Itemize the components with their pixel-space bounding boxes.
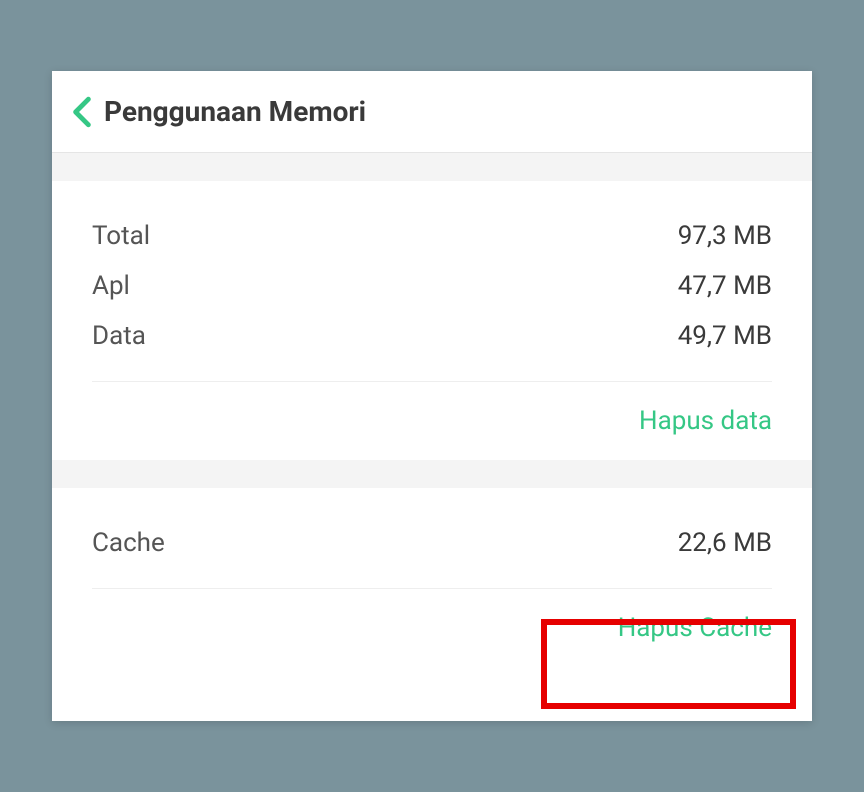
storage-label: Total bbox=[92, 221, 150, 251]
storage-row-app: Apl 47,7 MB bbox=[92, 261, 772, 311]
clear-cache-button[interactable]: Hapus Cache bbox=[618, 613, 772, 643]
storage-value: 47,7 MB bbox=[678, 271, 772, 301]
action-row: Hapus data bbox=[92, 382, 772, 460]
storage-value: 97,3 MB bbox=[678, 221, 772, 251]
memory-usage-panel: Penggunaan Memori Total 97,3 MB Apl 47,7… bbox=[52, 71, 812, 721]
action-row: Hapus Cache bbox=[92, 589, 772, 667]
storage-value: 49,7 MB bbox=[678, 321, 772, 351]
storage-section: Total 97,3 MB Apl 47,7 MB Data 49,7 MB H… bbox=[52, 181, 812, 460]
clear-data-button[interactable]: Hapus data bbox=[639, 406, 772, 436]
page-title: Penggunaan Memori bbox=[104, 95, 366, 128]
cache-row: Cache 22,6 MB bbox=[92, 518, 772, 568]
header: Penggunaan Memori bbox=[52, 71, 812, 153]
section-divider bbox=[52, 460, 812, 488]
storage-label: Apl bbox=[92, 271, 130, 301]
storage-row-data: Data 49,7 MB bbox=[92, 311, 772, 361]
cache-section: Cache 22,6 MB Hapus Cache bbox=[52, 488, 812, 721]
back-icon[interactable] bbox=[72, 96, 92, 128]
storage-row-total: Total 97,3 MB bbox=[92, 211, 772, 261]
cache-value: 22,6 MB bbox=[678, 528, 772, 558]
storage-label: Data bbox=[92, 321, 146, 351]
section-divider bbox=[52, 153, 812, 181]
cache-label: Cache bbox=[92, 528, 165, 558]
